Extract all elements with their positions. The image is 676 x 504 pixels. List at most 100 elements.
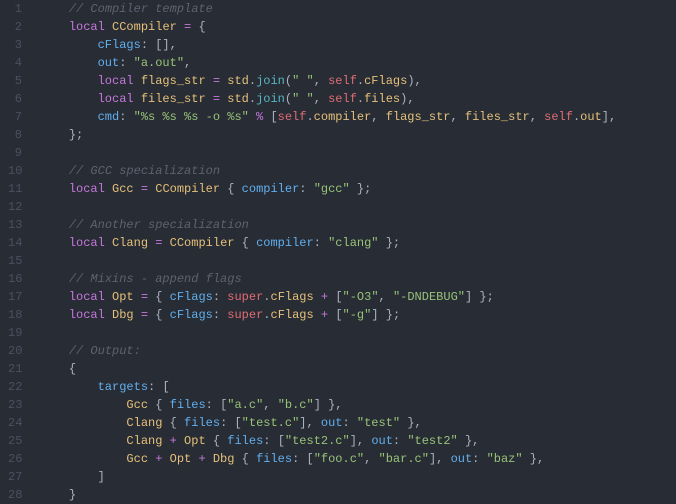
code-line[interactable]: local Gcc = CCompiler { compiler: "gcc" … [40, 180, 616, 198]
code-line[interactable]: // Output: [40, 342, 616, 360]
token-prop: out [98, 56, 120, 70]
line-number: 6 [8, 90, 22, 108]
token-punc: : [213, 308, 220, 322]
token-string: "bar.c" [379, 452, 429, 466]
token-sp [523, 452, 530, 466]
token-sp [40, 236, 69, 250]
token-func: join [256, 92, 285, 106]
token-comment: // Compiler template [69, 2, 213, 16]
line-number: 11 [8, 180, 22, 198]
code-line[interactable]: // Compiler template [40, 0, 616, 18]
token-ident: flags_str [386, 110, 451, 124]
token-ident: Opt [112, 290, 134, 304]
code-line[interactable]: // Mixins - append flags [40, 270, 616, 288]
code-line[interactable]: Gcc { files: ["a.c", "b.c"] }, [40, 396, 616, 414]
code-line[interactable]: Clang { files: ["test.c"], out: "test" }… [40, 414, 616, 432]
code-editor[interactable]: 1234567891011121314151617181920212223242… [0, 0, 676, 504]
token-sp [213, 398, 220, 412]
token-comment: // Another specialization [69, 218, 249, 232]
token-keyword: local [98, 92, 134, 106]
token-punc: { [170, 416, 177, 430]
code-line[interactable]: local files_str = std.join(" ", self.fil… [40, 90, 616, 108]
token-op: = [213, 92, 220, 106]
token-punc: ), [407, 74, 421, 88]
code-line[interactable]: targets: [ [40, 378, 616, 396]
token-sp [40, 2, 69, 16]
code-line[interactable]: cFlags: [], [40, 36, 616, 54]
line-number: 26 [8, 450, 22, 468]
token-sp [40, 434, 126, 448]
code-line[interactable]: } [40, 486, 616, 504]
token-sp [206, 452, 213, 466]
token-ident: CCompiler [112, 20, 177, 34]
line-number: 21 [8, 360, 22, 378]
line-number: 10 [8, 162, 22, 180]
code-line[interactable]: local Clang = CCompiler { compiler: "cla… [40, 234, 616, 252]
code-line[interactable] [40, 252, 616, 270]
token-punc: [ [278, 434, 285, 448]
code-area[interactable]: // Compiler template local CCompiler = {… [32, 0, 624, 504]
token-prop: out [371, 434, 393, 448]
token-self: self [278, 110, 307, 124]
token-punc: ], [602, 110, 616, 124]
code-line[interactable] [40, 198, 616, 216]
token-ident: Gcc [126, 452, 148, 466]
token-sp [40, 308, 69, 322]
token-prop: files [184, 416, 220, 430]
code-line[interactable]: Gcc + Opt + Dbg { files: ["foo.c", "bar.… [40, 450, 616, 468]
line-number: 1 [8, 0, 22, 18]
code-line[interactable]: local Dbg = { cFlags: super.cFlags + ["-… [40, 306, 616, 324]
token-punc: ] [314, 398, 321, 412]
token-punc: , [306, 416, 320, 430]
token-punc: { [242, 452, 249, 466]
token-sp [40, 74, 98, 88]
token-sp [270, 434, 277, 448]
token-sp [350, 182, 357, 196]
line-number: 9 [8, 144, 22, 162]
token-prop: files [170, 398, 206, 412]
token-punc: [ [335, 308, 342, 322]
line-number: 19 [8, 324, 22, 342]
token-punc: }, [530, 452, 544, 466]
code-line[interactable]: // GCC specialization [40, 162, 616, 180]
token-sp [234, 236, 241, 250]
token-sp [249, 452, 256, 466]
token-punc: ] [350, 434, 357, 448]
code-line[interactable]: Clang + Opt { files: ["test2.c"], out: "… [40, 432, 616, 450]
token-sp [206, 74, 213, 88]
code-line[interactable] [40, 144, 616, 162]
token-punc: . [249, 92, 256, 106]
code-line[interactable]: local CCompiler = { [40, 18, 616, 36]
token-punc: }, [328, 398, 342, 412]
code-line[interactable]: // Another specialization [40, 216, 616, 234]
token-punc: , [436, 452, 450, 466]
code-line[interactable]: ] [40, 468, 616, 486]
code-line[interactable]: cmd: "%s %s %s -o %s" % [self.compiler, … [40, 108, 616, 126]
token-ident: CCompiler [170, 236, 235, 250]
token-sp [162, 398, 169, 412]
code-line[interactable]: out: "a.out", [40, 54, 616, 72]
line-number: 24 [8, 414, 22, 432]
token-sp [162, 452, 169, 466]
token-prop: targets [98, 380, 148, 394]
line-number: 13 [8, 216, 22, 234]
token-prop: files [227, 434, 263, 448]
token-sp [40, 110, 98, 124]
token-op: = [141, 308, 148, 322]
token-string: " " [292, 74, 314, 88]
code-line[interactable] [40, 324, 616, 342]
token-punc: ] [98, 470, 105, 484]
code-line[interactable]: }; [40, 126, 616, 144]
token-punc: ( [285, 74, 292, 88]
token-sp [105, 20, 112, 34]
code-line[interactable]: local Opt = { cFlags: super.cFlags + ["-… [40, 288, 616, 306]
token-string: " " [292, 92, 314, 106]
token-keyword: local [69, 20, 105, 34]
code-line[interactable]: local flags_str = std.join(" ", self.cFl… [40, 72, 616, 90]
token-ident: Clang [126, 434, 162, 448]
token-comment: // Mixins - append flags [69, 272, 242, 286]
token-punc: }; [479, 290, 493, 304]
code-line[interactable]: { [40, 360, 616, 378]
token-prop: out [451, 452, 473, 466]
token-sp [40, 20, 69, 34]
